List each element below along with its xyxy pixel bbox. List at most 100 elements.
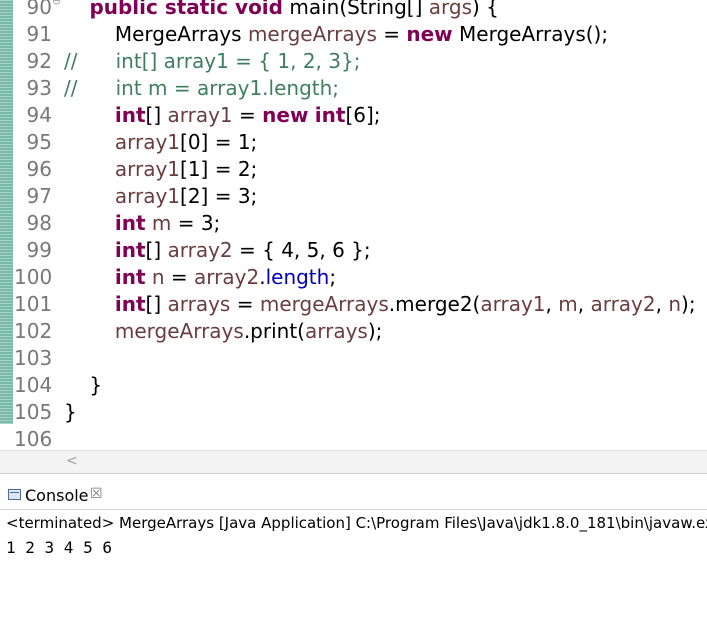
code-editor[interactable]: 90 ⊖ public static void main(String[] arg…	[0, 0, 707, 453]
code-token: []	[145, 103, 168, 127]
code-token: m	[151, 211, 172, 235]
line-number: 98	[26, 211, 52, 235]
code-line[interactable]: 103	[0, 345, 707, 372]
code-token: array1	[114, 157, 181, 181]
close-icon[interactable]: ☒	[90, 486, 103, 502]
code-token: m	[558, 292, 578, 316]
fold-toggle-icon[interactable]: ⊖	[52, 0, 61, 7]
scroll-left-icon[interactable]: <	[66, 453, 78, 469]
code-token: n	[151, 265, 165, 289]
code-token: [2] = 3;	[180, 184, 258, 208]
horizontal-scrollbar[interactable]: <	[0, 450, 707, 474]
code-token: arrays	[167, 292, 231, 316]
code-line[interactable]: 100 int n = array2.length;	[0, 264, 707, 291]
line-number: 94	[26, 103, 52, 127]
code-line[interactable]: 93 // int m = array1.length;	[0, 75, 707, 102]
code-token: int	[314, 103, 346, 127]
code-line[interactable]: 102 mergeArrays.print(arrays);	[0, 318, 707, 345]
code-line[interactable]: 98 int m = 3;	[0, 210, 707, 237]
code-token: =	[232, 103, 263, 127]
line-number: 103	[14, 346, 53, 370]
code-text: }	[64, 372, 102, 399]
code-token: = 3;	[171, 211, 221, 235]
code-token: n	[668, 292, 682, 316]
code-text: // int m = array1.length;	[64, 75, 339, 102]
code-token: );	[367, 319, 383, 343]
code-token: args	[428, 0, 473, 19]
code-token: public static void	[89, 0, 283, 19]
code-text: int[] array2 = { 4, 5, 6 };	[64, 237, 371, 264]
line-number: 102	[14, 319, 53, 343]
code-line[interactable]: 94 int[] array1 = new int[6];	[0, 102, 707, 129]
code-text: mergeArrays.print(arrays);	[64, 318, 383, 345]
line-number: 104	[14, 373, 53, 397]
line-number: 90	[26, 0, 52, 19]
code-token: .merge2(	[388, 292, 481, 316]
code-text: MergeArrays mergeArrays = new MergeArray…	[64, 21, 608, 48]
code-token: array1	[114, 130, 181, 154]
line-number: 95	[26, 130, 52, 154]
code-token: [1] = 2;	[180, 157, 258, 181]
code-token: MergeArrays	[64, 22, 248, 46]
line-number: 99	[26, 238, 52, 262]
line-number: 101	[14, 292, 53, 316]
console-view[interactable]: <terminated> MergeArrays [Java Applicati…	[0, 509, 707, 624]
code-line[interactable]: 99 int[] array2 = { 4, 5, 6 };	[0, 237, 707, 264]
code-token: ,	[545, 292, 559, 316]
line-number: 96	[26, 157, 52, 181]
code-token: [6];	[345, 103, 381, 127]
code-token: .print(	[243, 319, 305, 343]
code-token: []	[145, 238, 168, 262]
code-text: int[] array1 = new int[6];	[64, 102, 381, 129]
code-token: arrays	[304, 319, 368, 343]
code-token: mergeArrays	[114, 319, 244, 343]
code-line[interactable]: 105}	[0, 399, 707, 426]
code-line[interactable]: 106	[0, 426, 707, 453]
code-line[interactable]: 97 array1[2] = 3;	[0, 183, 707, 210]
console-tab-label[interactable]: Console	[25, 486, 89, 505]
line-number: 97	[26, 184, 52, 208]
code-token: }	[64, 400, 77, 424]
code-text: // int[] array1 = { 1, 2, 3};	[64, 48, 360, 75]
console-status-line: <terminated> MergeArrays [Java Applicati…	[6, 514, 707, 532]
code-line[interactable]: 90 ⊖ public static void main(String[] arg…	[0, 0, 707, 21]
code-token: array1	[167, 103, 233, 127]
code-token: mergeArrays	[247, 22, 377, 46]
code-line[interactable]: 92 // int[] array1 = { 1, 2, 3};	[0, 48, 707, 75]
code-token: =	[164, 265, 195, 289]
code-token: [0] = 1;	[180, 130, 258, 154]
code-line[interactable]: 91 MergeArrays mergeArrays = new MergeAr…	[0, 21, 707, 48]
console-tab[interactable]: Console ☒	[0, 483, 707, 509]
code-token: = { 4, 5, 6 };	[232, 238, 371, 262]
code-text: array1[0] = 1;	[64, 129, 257, 156]
line-number: 106	[14, 427, 53, 451]
code-token: int	[114, 103, 146, 127]
code-line[interactable]: 101 int[] arrays = mergeArrays.merge2(ar…	[0, 291, 707, 318]
code-text: int[] arrays = mergeArrays.merge2(array1…	[64, 291, 696, 318]
code-line[interactable]: 104 }	[0, 372, 707, 399]
line-number: 92	[26, 49, 52, 73]
code-token: mergeArrays	[259, 292, 389, 316]
console-icon	[8, 489, 21, 500]
code-token: array1	[114, 184, 181, 208]
line-number: 93	[26, 76, 52, 100]
code-line[interactable]: 95 array1[0] = 1;	[0, 129, 707, 156]
code-token: array1	[480, 292, 546, 316]
code-token: );	[681, 292, 696, 316]
code-token: int	[114, 265, 146, 289]
code-token: MergeArrays();	[452, 22, 609, 46]
code-token: new	[406, 22, 453, 46]
code-token: array2	[167, 238, 233, 262]
code-token: =	[376, 22, 407, 46]
code-line[interactable]: 96 array1[1] = 2;	[0, 156, 707, 183]
code-token: length	[265, 265, 330, 289]
